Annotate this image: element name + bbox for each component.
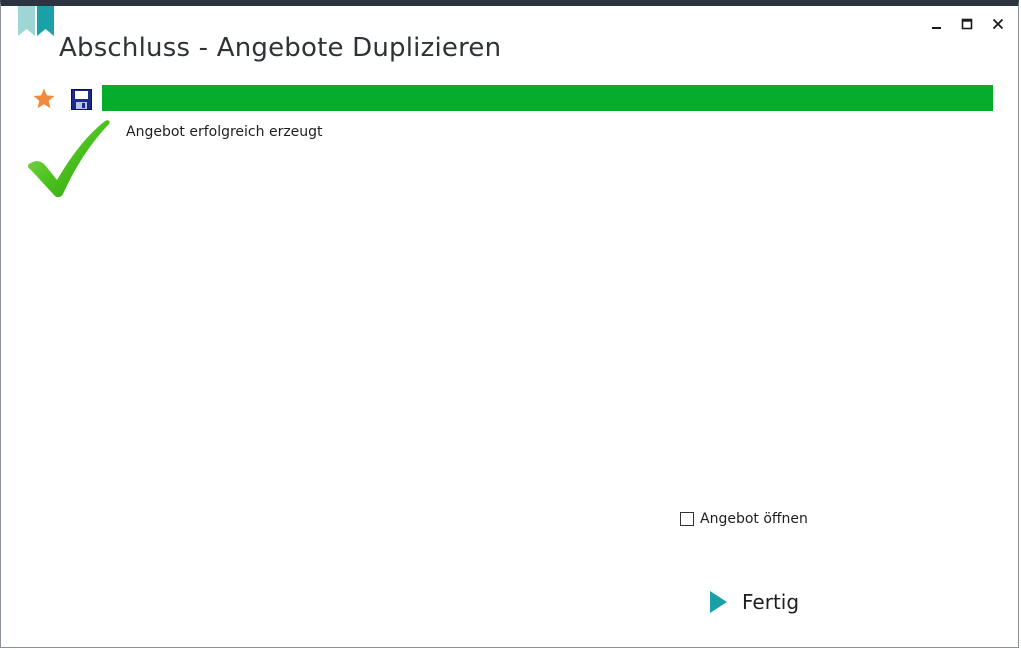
maximize-icon <box>961 18 973 30</box>
play-arrow-icon <box>710 591 727 613</box>
close-icon <box>992 18 1004 30</box>
maximize-button[interactable] <box>955 12 979 36</box>
open-offer-label[interactable]: Angebot öffnen <box>700 511 808 527</box>
close-button[interactable] <box>986 12 1010 36</box>
progress-bar <box>102 85 993 111</box>
window-title: Abschluss - Angebote Duplizieren <box>59 33 502 63</box>
checkmark-icon <box>27 120 110 198</box>
bookmark-icon <box>18 6 54 36</box>
progress-bar-fill <box>102 85 993 111</box>
open-offer-checkbox[interactable]: Angebot öffnen <box>680 511 808 527</box>
finish-button-label[interactable]: Fertig <box>742 590 799 614</box>
floppy-disk-icon[interactable] <box>71 89 92 110</box>
checkbox-box[interactable] <box>680 512 694 526</box>
star-icon[interactable] <box>32 87 56 111</box>
dialog-window: Abschluss - Angebote Duplizieren Angebot… <box>0 0 1019 648</box>
finish-button[interactable]: Fertig <box>707 586 799 618</box>
minimize-icon <box>932 27 941 29</box>
minimize-button[interactable] <box>925 12 949 36</box>
status-message: Angebot erfolgreich erzeugt <box>126 124 323 140</box>
